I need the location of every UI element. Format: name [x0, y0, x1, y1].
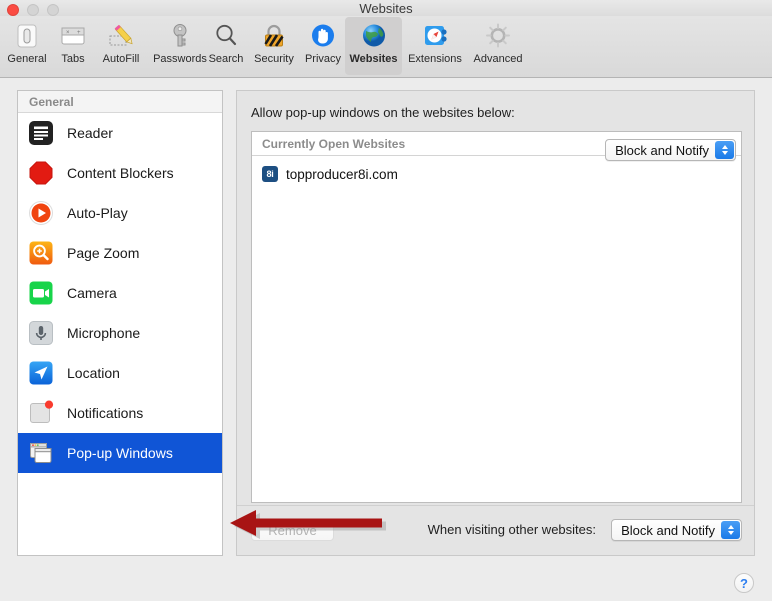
- tabs-icon: × +: [56, 20, 90, 52]
- annotation-arrow-icon: [228, 510, 388, 546]
- toolbar-item-general[interactable]: General: [3, 17, 51, 75]
- notifications-icon: [26, 398, 56, 428]
- sidebar-item-popup-windows[interactable]: Pop-up Windows: [18, 433, 222, 473]
- toolbar-label: General: [7, 53, 47, 65]
- toolbar-label: Advanced: [473, 53, 523, 65]
- popup-windows-icon: [26, 438, 56, 468]
- toolbar-item-autofill[interactable]: AutoFill: [94, 17, 148, 75]
- default-permission-value: Block and Notify: [621, 522, 715, 538]
- advanced-icon: [481, 20, 515, 52]
- toolbar-label: Passwords: [153, 53, 207, 65]
- privacy-icon: [306, 20, 340, 52]
- auto-play-icon: [26, 198, 56, 228]
- sidebar-item-reader[interactable]: Reader: [18, 113, 222, 153]
- title-bar: Websites: [0, 0, 772, 16]
- location-icon: [26, 358, 56, 388]
- extensions-icon: [418, 20, 452, 52]
- toolbar-label: Security: [254, 53, 294, 65]
- toolbar-item-privacy[interactable]: Privacy: [300, 17, 346, 75]
- default-permission-select[interactable]: Block and Notify: [611, 519, 742, 541]
- toolbar-label: Tabs: [61, 53, 85, 65]
- settings-panel: Allow pop-up windows on the websites bel…: [236, 90, 755, 556]
- toolbar-item-websites[interactable]: Websites: [345, 17, 402, 75]
- visiting-other-websites-label: When visiting other websites:: [427, 522, 596, 537]
- help-button[interactable]: ?: [734, 573, 754, 593]
- websites-list: Currently Open Websites 8i topproducer8i…: [251, 131, 742, 503]
- toolbar-label: Search: [208, 53, 244, 65]
- preferences-body: General Reader Content Blockers Auto-Pla…: [0, 78, 772, 601]
- toolbar-item-extensions[interactable]: Extensions: [402, 17, 468, 75]
- sidebar-item-label: Notifications: [67, 405, 144, 421]
- category-sidebar: General Reader Content Blockers Auto-Pla…: [17, 90, 223, 556]
- favicon-icon: 8i: [262, 166, 278, 182]
- sidebar-item-label: Location: [67, 365, 120, 381]
- toolbar-item-search[interactable]: Search: [204, 17, 248, 75]
- svg-text:+: +: [77, 30, 81, 36]
- chevron-updown-icon: [721, 521, 740, 539]
- sidebar-item-label: Reader: [67, 125, 113, 141]
- sidebar-item-notifications[interactable]: Notifications: [18, 393, 222, 433]
- sidebar-item-label: Page Zoom: [67, 245, 140, 261]
- search-icon: [209, 20, 243, 52]
- toolbar-label: Websites: [349, 53, 398, 65]
- sidebar-item-camera[interactable]: Camera: [18, 273, 222, 313]
- sidebar-item-label: Content Blockers: [67, 165, 174, 181]
- content-blockers-icon: [26, 158, 56, 188]
- sidebar-item-page-zoom[interactable]: Page Zoom: [18, 233, 222, 273]
- toolbar-label: Privacy: [304, 53, 342, 65]
- sidebar-item-label: Microphone: [67, 325, 141, 341]
- microphone-icon: [26, 318, 56, 348]
- websites-icon: [357, 20, 391, 52]
- site-permission-value: Block and Notify: [615, 142, 709, 158]
- sidebar-item-microphone[interactable]: Microphone: [18, 313, 222, 353]
- site-permission-select[interactable]: Block and Notify: [605, 139, 736, 161]
- toolbar-item-tabs[interactable]: × + Tabs: [52, 17, 94, 75]
- preferences-window: Websites General × + Tabs AutoFill Passw…: [0, 0, 772, 601]
- sidebar-header: General: [18, 91, 222, 113]
- window-title: Websites: [359, 1, 413, 16]
- panel-description: Allow pop-up windows on the websites bel…: [251, 105, 515, 120]
- toolbar-item-passwords[interactable]: Passwords: [148, 17, 212, 75]
- security-icon: [257, 20, 291, 52]
- sidebar-item-label: Camera: [67, 285, 117, 301]
- chevron-updown-icon: [715, 141, 734, 159]
- sidebar-item-auto-play[interactable]: Auto-Play: [18, 193, 222, 233]
- sidebar-item-content-blockers[interactable]: Content Blockers: [18, 153, 222, 193]
- preferences-toolbar: General × + Tabs AutoFill Passwords Sear…: [0, 16, 772, 78]
- toolbar-label: Extensions: [408, 53, 462, 65]
- toolbar-item-advanced[interactable]: Advanced: [468, 17, 528, 75]
- autofill-icon: [104, 20, 138, 52]
- toolbar-item-security[interactable]: Security: [247, 17, 301, 75]
- svg-text:×: ×: [66, 30, 70, 36]
- sidebar-item-location[interactable]: Location: [18, 353, 222, 393]
- sidebar-item-label: Auto-Play: [67, 205, 128, 221]
- passwords-icon: [163, 20, 197, 52]
- reader-icon: [26, 118, 56, 148]
- camera-icon: [26, 278, 56, 308]
- table-row[interactable]: 8i topproducer8i.com Block and Notify: [252, 139, 741, 192]
- general-icon: [10, 20, 44, 52]
- site-name: topproducer8i.com: [286, 166, 398, 182]
- page-zoom-icon: [26, 238, 56, 268]
- toolbar-label: AutoFill: [102, 53, 140, 65]
- sidebar-item-label: Pop-up Windows: [67, 445, 173, 461]
